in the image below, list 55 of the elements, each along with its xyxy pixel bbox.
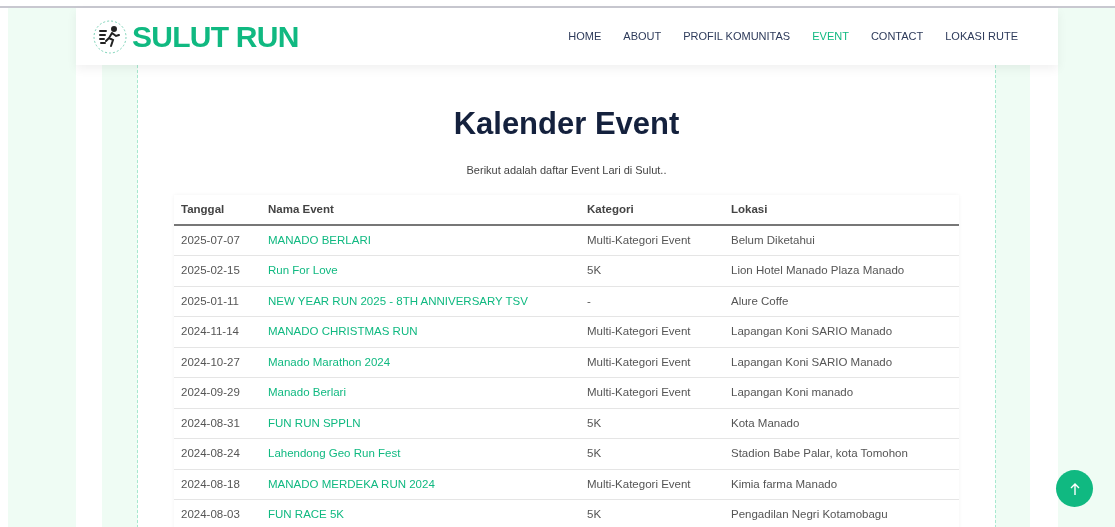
column-header: Nama Event xyxy=(261,195,580,225)
table-link[interactable]: MANADO MERDEKA RUN 2024 xyxy=(268,477,435,490)
table-cell: Lapangan Koni SARIO Manado xyxy=(731,355,893,368)
table-link[interactable]: NEW YEAR RUN 2025 - 8TH ANNIVERSARY TSV xyxy=(268,294,528,307)
table-cell: - xyxy=(587,294,591,307)
table-cell: 2024-08-03 xyxy=(181,508,240,521)
table-cell: 2024-09-29 xyxy=(181,386,240,399)
table-cell: 2024-11-14 xyxy=(181,325,239,338)
table-link[interactable]: FUN RACE 5K xyxy=(268,508,345,521)
nav-link[interactable]: CONTACT xyxy=(870,28,924,45)
nav-link[interactable]: ABOUT xyxy=(623,28,662,45)
column-header: Kategori xyxy=(580,195,724,225)
table-cell: Alure Coffe xyxy=(731,294,789,307)
table-cell: Lapangan Koni manado xyxy=(731,386,854,399)
table-cell: Kimia farma Manado xyxy=(731,477,838,490)
brand-name[interactable]: SULUT RUN xyxy=(132,14,299,59)
table-cell: 2024-08-24 xyxy=(181,447,240,460)
table-cell: 5K xyxy=(587,447,602,460)
table-cell: 2025-07-07 xyxy=(181,233,240,246)
table-cell: Kota Manado xyxy=(731,416,800,429)
page-heading: Kalender Event xyxy=(453,105,680,143)
column-header: Tanggal xyxy=(174,195,261,225)
nav-link[interactable]: HOME xyxy=(568,28,602,45)
table-link[interactable]: MANADO BERLARI xyxy=(268,233,371,246)
table-cell: Multi-Kategori Event xyxy=(587,233,691,246)
table-cell: Lion Hotel Manado Plaza Manado xyxy=(731,264,905,277)
table-cell: Belum Diketahui xyxy=(731,233,815,246)
table-cell: Multi-Kategori Event xyxy=(587,386,691,399)
table-cell: 5K xyxy=(587,508,602,521)
table-cell: Lapangan Koni SARIO Manado xyxy=(731,325,893,338)
table-cell: 2024-10-27 xyxy=(181,355,240,368)
nav-link[interactable]: LOKASI RUTE xyxy=(945,28,1018,45)
table-link[interactable]: Manado Marathon 2024 xyxy=(268,355,391,368)
table-cell: Multi-Kategori Event xyxy=(587,325,691,338)
table-link[interactable]: Manado Berlari xyxy=(268,386,346,399)
arrow-up-icon xyxy=(1069,481,1080,496)
table-link[interactable]: FUN RUN SPPLN xyxy=(268,416,361,429)
table-cell: 2025-01-11 xyxy=(181,294,239,307)
table-cell: 2025-02-15 xyxy=(181,264,240,277)
runner-logo-icon xyxy=(92,18,128,55)
column-header: Lokasi xyxy=(724,195,959,225)
table-link[interactable]: MANADO CHRISTMAS RUN xyxy=(268,325,418,338)
table-link[interactable]: Lahendong Geo Run Fest xyxy=(268,447,401,460)
table-cell: Multi-Kategori Event xyxy=(587,355,691,368)
table-cell: 2024-08-18 xyxy=(181,477,240,490)
nav-link[interactable]: EVENT xyxy=(812,28,849,45)
table-cell: Multi-Kategori Event xyxy=(587,477,691,490)
table-cell: 5K xyxy=(587,416,602,429)
table-link[interactable]: Run For Love xyxy=(268,264,338,277)
table-cell: Pengadilan Negri Kotamobagu xyxy=(731,508,888,521)
table-cell: 5K xyxy=(587,264,602,277)
table-cell: 2024-08-31 xyxy=(181,416,240,429)
page-subtitle: Berikut adalah daftar Event Lari di Sulut.. xyxy=(466,162,667,178)
nav-link[interactable]: PROFIL KOMUNITAS xyxy=(683,28,791,45)
table-cell: Stadion Babe Palar, kota Tomohon xyxy=(731,447,908,460)
